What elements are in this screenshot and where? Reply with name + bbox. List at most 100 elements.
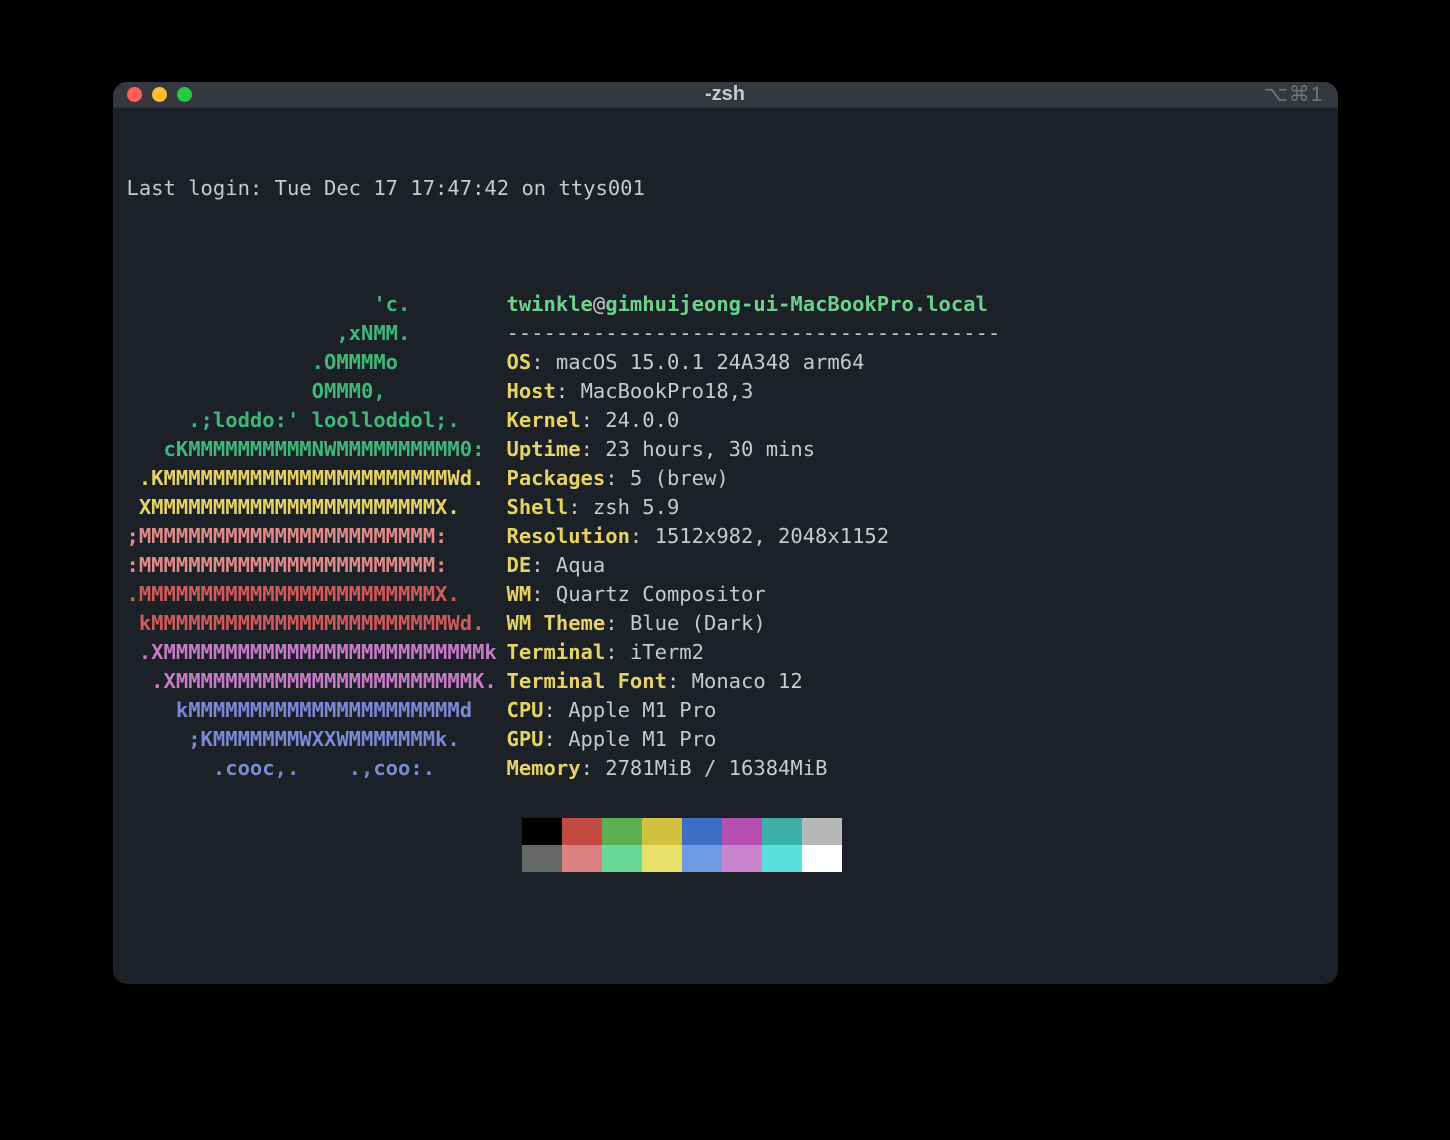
neofetch-row: ;MMMMMMMMMMMMMMMMMMMMMMMM: Resolution: 1… bbox=[127, 522, 1324, 551]
info-line: Resolution: 1512x982, 2048x1152 bbox=[507, 522, 1324, 551]
info-key: DE bbox=[507, 553, 532, 577]
info-value: Quartz Compositor bbox=[556, 582, 766, 606]
neofetch-row: ,xNMM. ---------------------------------… bbox=[127, 319, 1324, 348]
logo-line: .;loddo:' loolloddol;. bbox=[127, 406, 507, 435]
info-line: WM: Quartz Compositor bbox=[507, 580, 1324, 609]
logo-line: 'c. bbox=[127, 290, 507, 319]
info-value: Apple M1 Pro bbox=[568, 698, 716, 722]
neofetch-row: ;KMMMMMMMWXXWMMMMMMMk. GPU: Apple M1 Pro bbox=[127, 725, 1324, 754]
neofetch-row: .;loddo:' loolloddol;. Kernel: 24.0.0 bbox=[127, 406, 1324, 435]
neofetch-row: kMMMMMMMMMMMMMMMMMMMMMMMMWd. WM Theme: B… bbox=[127, 609, 1324, 638]
logo-line: ;MMMMMMMMMMMMMMMMMMMMMMMM: bbox=[127, 522, 507, 551]
color-swatch bbox=[802, 818, 842, 845]
neofetch-row: .XMMMMMMMMMMMMMMMMMMMMMMMMMMkTerminal: i… bbox=[127, 638, 1324, 667]
info-line: Terminal Font: Monaco 12 bbox=[507, 667, 1324, 696]
info-line: Uptime: 23 hours, 30 mins bbox=[507, 435, 1324, 464]
color-swatch bbox=[602, 845, 642, 872]
info-key: Host bbox=[507, 379, 556, 403]
info-line: DE: Aqua bbox=[507, 551, 1324, 580]
logo-line: .cooc,. .,coo:. bbox=[127, 754, 507, 783]
logo-line: .KMMMMMMMMMMMMMMMMMMMMMMMWd. bbox=[127, 464, 507, 493]
info-value: macOS 15.0.1 24A348 arm64 bbox=[556, 350, 865, 374]
logo-line: .OMMMMo bbox=[127, 348, 507, 377]
maximize-icon[interactable] bbox=[177, 87, 192, 102]
neofetch-row: OMMM0, Host: MacBookPro18,3 bbox=[127, 377, 1324, 406]
neofetch-row: .MMMMMMMMMMMMMMMMMMMMMMMMX. WM: Quartz C… bbox=[127, 580, 1324, 609]
info-line: Host: MacBookPro18,3 bbox=[507, 377, 1324, 406]
neofetch-row: XMMMMMMMMMMMMMMMMMMMMMMMX. Shell: zsh 5.… bbox=[127, 493, 1324, 522]
color-swatch bbox=[642, 845, 682, 872]
info-key: Terminal Font bbox=[507, 669, 667, 693]
info-key: Uptime bbox=[507, 437, 581, 461]
neofetch-row: .XMMMMMMMMMMMMMMMMMMMMMMMMK.Terminal Fon… bbox=[127, 667, 1324, 696]
color-swatches-row-2 bbox=[127, 845, 1324, 874]
info-value: zsh 5.9 bbox=[593, 495, 679, 519]
info-value: Blue (Dark) bbox=[630, 611, 766, 635]
logo-line: .XMMMMMMMMMMMMMMMMMMMMMMMMMMk bbox=[127, 638, 507, 667]
info-line: Packages: 5 (brew) bbox=[507, 464, 1324, 493]
info-key: Kernel bbox=[507, 408, 581, 432]
neofetch-output: 'c. twinkle@gimhuijeong-ui-MacBookPro.lo… bbox=[127, 290, 1324, 874]
info-key: CPU bbox=[507, 698, 544, 722]
info-key: Packages bbox=[507, 466, 606, 490]
info-value: iTerm2 bbox=[630, 640, 704, 664]
info-key: GPU bbox=[507, 727, 544, 751]
info-key: OS bbox=[507, 350, 532, 374]
info-key: Shell bbox=[507, 495, 569, 519]
info-key: Memory bbox=[507, 756, 581, 780]
info-line: Terminal: iTerm2 bbox=[507, 638, 1324, 667]
neofetch-row: .OMMMMo OS: macOS 15.0.1 24A348 arm64 bbox=[127, 348, 1324, 377]
info-key: Terminal bbox=[507, 640, 606, 664]
color-swatch bbox=[802, 845, 842, 872]
logo-line: OMMM0, bbox=[127, 377, 507, 406]
info-key: WM Theme bbox=[507, 611, 606, 635]
info-value: MacBookPro18,3 bbox=[581, 379, 754, 403]
color-swatch bbox=[722, 818, 762, 845]
info-value: Apple M1 Pro bbox=[568, 727, 716, 751]
logo-line: ;KMMMMMMMWXXWMMMMMMMk. bbox=[127, 725, 507, 754]
logo-line: XMMMMMMMMMMMMMMMMMMMMMMMX. bbox=[127, 493, 507, 522]
color-swatch bbox=[642, 818, 682, 845]
titlebar-shortcut-hint: ⌥⌘1 bbox=[1264, 82, 1324, 107]
logo-line: ,xNMM. bbox=[127, 319, 507, 348]
info-line: Shell: zsh 5.9 bbox=[507, 493, 1324, 522]
info-line: GPU: Apple M1 Pro bbox=[507, 725, 1324, 754]
logo-line: kMMMMMMMMMMMMMMMMMMMMMMd bbox=[127, 696, 507, 725]
info-value: Monaco 12 bbox=[692, 669, 803, 693]
info-value: 24.0.0 bbox=[605, 408, 679, 432]
logo-line: cKMMMMMMMMMMNWMMMMMMMMMM0: bbox=[127, 435, 507, 464]
info-line: CPU: Apple M1 Pro bbox=[507, 696, 1324, 725]
logo-line: :MMMMMMMMMMMMMMMMMMMMMMMM: bbox=[127, 551, 507, 580]
info-value: 5 (brew) bbox=[630, 466, 729, 490]
userhost-at: @ bbox=[593, 292, 605, 316]
neofetch-row: .cooc,. .,coo:. Memory: 2781MiB / 16384M… bbox=[127, 754, 1324, 783]
color-swatch bbox=[602, 818, 642, 845]
info-key: Resolution bbox=[507, 524, 630, 548]
info-line: Kernel: 24.0.0 bbox=[507, 406, 1324, 435]
info-line: WM Theme: Blue (Dark) bbox=[507, 609, 1324, 638]
terminal-window: -zsh ⌥⌘1 Last login: Tue Dec 17 17:47:42… bbox=[113, 82, 1338, 984]
traffic-lights bbox=[127, 87, 192, 102]
window-title: -zsh bbox=[113, 83, 1338, 106]
close-icon[interactable] bbox=[127, 87, 142, 102]
info-value: 2781MiB / 16384MiB bbox=[605, 756, 827, 780]
color-swatch bbox=[722, 845, 762, 872]
neofetch-row: kMMMMMMMMMMMMMMMMMMMMMMd CPU: Apple M1 P… bbox=[127, 696, 1324, 725]
logo-line: .MMMMMMMMMMMMMMMMMMMMMMMMX. bbox=[127, 580, 507, 609]
info-line: ---------------------------------------- bbox=[507, 319, 1324, 348]
color-swatch bbox=[682, 845, 722, 872]
terminal-body[interactable]: Last login: Tue Dec 17 17:47:42 on ttys0… bbox=[113, 108, 1338, 984]
info-value: 23 hours, 30 mins bbox=[605, 437, 815, 461]
minimize-icon[interactable] bbox=[152, 87, 167, 102]
divider-line: ---------------------------------------- bbox=[507, 321, 1001, 345]
info-line: twinkle@gimhuijeong-ui-MacBookPro.local bbox=[507, 290, 1324, 319]
info-value: 1512x982, 2048x1152 bbox=[655, 524, 890, 548]
neofetch-row: 'c. twinkle@gimhuijeong-ui-MacBookPro.lo… bbox=[127, 290, 1324, 319]
userhost-user: twinkle bbox=[507, 292, 593, 316]
color-swatch bbox=[762, 818, 802, 845]
info-line: Memory: 2781MiB / 16384MiB bbox=[507, 754, 1324, 783]
titlebar: -zsh ⌥⌘1 bbox=[113, 82, 1338, 108]
info-line: OS: macOS 15.0.1 24A348 arm64 bbox=[507, 348, 1324, 377]
last-login-line: Last login: Tue Dec 17 17:47:42 on ttys0… bbox=[127, 174, 1324, 203]
color-swatch bbox=[522, 818, 562, 845]
